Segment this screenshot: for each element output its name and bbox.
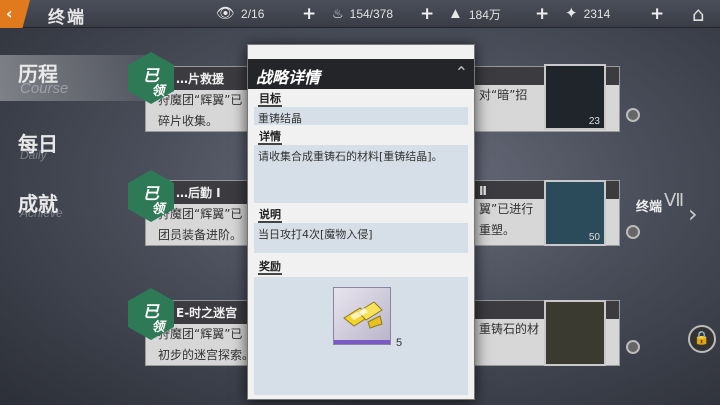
page-title: 终端 — [48, 8, 86, 28]
nav-sublabel: Course — [20, 80, 69, 97]
crystal-icon: ✦ — [565, 5, 578, 22]
tier-numeral: Ⅶ — [664, 190, 685, 210]
nav-item-achieve[interactable]: 成就 Achieve — [0, 188, 130, 228]
nav-sublabel: Achieve — [20, 206, 63, 220]
mountain-icon: ▲ — [448, 5, 463, 22]
reward-thumbnail — [544, 300, 606, 366]
crystal-resource: ✦ 2314 — [565, 5, 610, 23]
reward-label: 奖励 — [258, 260, 282, 275]
status-radio[interactable] — [626, 340, 640, 354]
tier-label: 终端 — [636, 200, 663, 215]
dialog-title: 战略详情 — [256, 68, 321, 87]
energy-resource: ♨ 154/378 — [332, 5, 393, 23]
dialog-header: 战略详情 ⌃ — [248, 59, 474, 89]
reward-thumbnail: 23 — [544, 64, 606, 130]
chevron-right-icon[interactable]: › — [688, 200, 716, 230]
crystal-shards-icon — [343, 301, 383, 329]
thumb-count: 23 — [588, 116, 600, 127]
close-icon[interactable]: ⌃ — [455, 63, 468, 82]
reward-thumbnail: 50 — [544, 180, 606, 246]
detail-label: 详情 — [258, 130, 282, 145]
detail-value: 请收集合成重铸石的材料[重铸结晶]。 — [254, 145, 468, 203]
status-radio[interactable] — [626, 108, 640, 122]
stamina-resource: 👁 2/16 — [216, 5, 264, 23]
reward-area: 5 — [254, 277, 468, 395]
crystal-value: 2314 — [583, 7, 611, 21]
flame-icon: ♨ — [332, 6, 344, 21]
nav-item-daily[interactable]: 每日 Daily — [0, 128, 130, 168]
energy-value: 154/378 — [349, 7, 394, 21]
lock-icon[interactable]: 🔒 — [688, 325, 716, 353]
home-icon[interactable]: ⌂ — [692, 2, 705, 26]
stamina-value: 2/16 — [241, 7, 265, 21]
note-value: 当日攻打4次[魔物入侵] — [254, 223, 468, 253]
gold-resource: ▲ 184万 — [448, 5, 501, 23]
nav-sublabel: Daily — [20, 148, 47, 162]
nav-item-course[interactable]: 历程 Course — [0, 58, 130, 102]
add-energy-button[interactable]: + — [420, 4, 434, 24]
strategy-detail-dialog: 战略详情 ⌃ 目标 重铸结晶 详情 请收集合成重铸石的材料[重铸结晶]。 说明 … — [247, 44, 475, 400]
thumb-count: 50 — [588, 232, 600, 243]
target-label: 目标 — [258, 92, 282, 107]
add-stamina-button[interactable]: + — [302, 4, 316, 24]
gold-value: 184万 — [468, 7, 501, 22]
add-crystal-button[interactable]: + — [650, 4, 664, 24]
crystal-item-icon[interactable] — [333, 287, 391, 345]
status-radio[interactable] — [626, 225, 640, 239]
eye-icon: 👁 — [216, 5, 236, 22]
target-value: 重铸结晶 — [254, 107, 468, 125]
add-gold-button[interactable]: + — [535, 4, 549, 24]
note-label: 说明 — [258, 208, 282, 223]
reward-quantity: 5 — [396, 337, 403, 349]
